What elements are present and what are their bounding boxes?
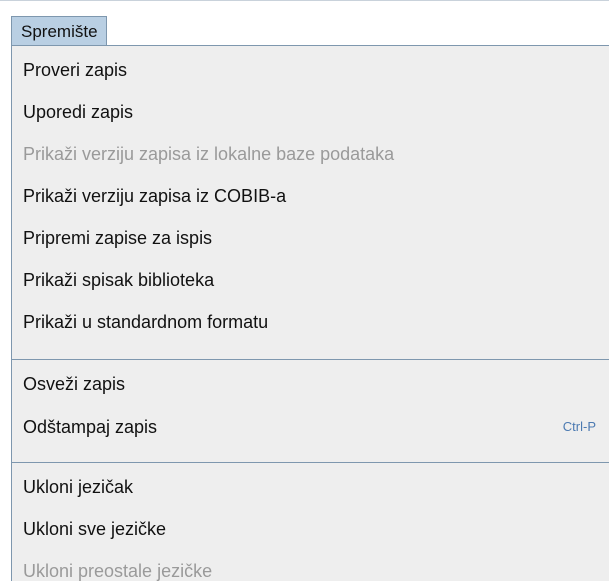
dropdown-menu: Proveri zapis Uporedi zapis Prikaži verz… (11, 45, 609, 581)
menu-item-ukloni-jezicak[interactable]: Ukloni jezičak (12, 467, 609, 507)
menu-separator (12, 359, 609, 360)
menu-item-prikazi-u-standardnom-formatu[interactable]: Prikaži u standardnom formatu (12, 302, 609, 342)
menu-item-label: Odštampaj zapis (23, 417, 158, 437)
menu-item-prikazi-verziju-lokalne-baze: Prikaži verziju zapisa iz lokalne baze p… (23, 144, 395, 164)
menu-separator (12, 462, 609, 463)
menu-item-odstampaj-zapis[interactable]: Odštampaj zapis Ctrl-P (12, 407, 609, 447)
application-window: Spremište Proveri zapis Uporedi zapis Pr… (0, 0, 609, 581)
menu-item-prikazi-spisak-biblioteka[interactable]: Prikaži spisak biblioteka (12, 260, 609, 300)
shortcut-ctrl-p: Ctrl-P (562, 419, 596, 434)
menu-spremiste[interactable]: Spremište (11, 16, 107, 46)
menu-bar: Spremište (0, 0, 609, 48)
menu-item-proveri-zapis[interactable]: Proveri zapis (12, 50, 609, 90)
menu-item-pripremi-zapise-za-ispis[interactable]: Pripremi zapise za ispis (12, 218, 609, 258)
menu-item-ukloni-preostale-jezicke: Ukloni preostale jezičke (23, 561, 213, 581)
menu-item-osvezi-zapis[interactable]: Osveži zapis (12, 364, 609, 404)
menu-item-ukloni-sve-jezicke[interactable]: Ukloni sve jezičke (12, 509, 609, 549)
menu-item-prikazi-verziju-cobib[interactable]: Prikaži verziju zapisa iz COBIB-a (12, 176, 609, 216)
menu-item-uporedi-zapis[interactable]: Uporedi zapis (12, 92, 609, 132)
